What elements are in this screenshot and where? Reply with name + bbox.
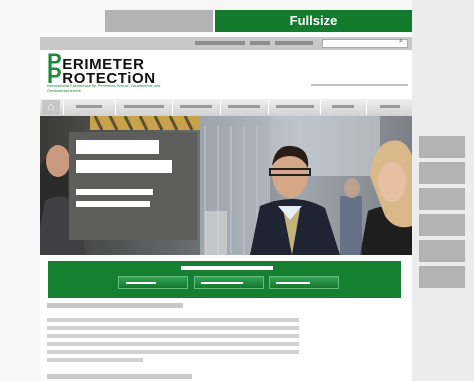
- cta-button-label: [276, 282, 310, 284]
- search-input[interactable]: [322, 39, 408, 48]
- nav-item[interactable]: [380, 105, 400, 108]
- utility-link[interactable]: [250, 41, 270, 45]
- hero-headline: [76, 160, 172, 173]
- cta-button-label: [201, 282, 243, 284]
- nav-separator: [320, 100, 321, 115]
- side-thumbnail[interactable]: [419, 266, 465, 288]
- side-thumbnail[interactable]: [419, 136, 465, 158]
- nav-separator: [366, 100, 367, 115]
- nav-item[interactable]: [180, 105, 212, 108]
- nav-separator: [115, 100, 116, 115]
- article-line: [47, 318, 299, 322]
- nav-item[interactable]: [76, 105, 102, 108]
- main-nav: [40, 99, 412, 117]
- tab-fullsize[interactable]: Fullsize: [215, 10, 412, 32]
- hero-headline: [76, 140, 159, 154]
- nav-separator: [220, 100, 221, 115]
- cta-heading: [181, 266, 273, 270]
- utility-link[interactable]: [195, 41, 245, 45]
- hero-subtext: [76, 189, 153, 195]
- article-line: [47, 358, 143, 362]
- article-heading: [47, 374, 192, 379]
- side-thumbnail[interactable]: [419, 214, 465, 236]
- nav-item[interactable]: [276, 105, 314, 108]
- side-thumbnail[interactable]: [419, 240, 465, 262]
- search-icon[interactable]: ⌕: [399, 38, 403, 46]
- logo-tagline: International Fachmesse für Perimeter-Sc…: [47, 83, 161, 93]
- article-line: [47, 342, 299, 346]
- hero-subtext: [76, 201, 150, 207]
- utility-link[interactable]: [275, 41, 313, 45]
- home-icon[interactable]: ⌂: [42, 100, 60, 115]
- nav-separator: [172, 100, 173, 115]
- article-heading: [47, 303, 183, 308]
- site-logo[interactable]: PERIMETER PROTECTiON International Fachm…: [47, 51, 163, 98]
- nav-separator: [268, 100, 269, 115]
- side-thumbnail[interactable]: [419, 188, 465, 210]
- tab-thumbnail-view[interactable]: [105, 10, 213, 32]
- nav-item[interactable]: [124, 105, 164, 108]
- nav-separator: [63, 100, 64, 115]
- article-line: [47, 334, 299, 338]
- cta-button-label: [126, 282, 156, 284]
- article-line: [47, 350, 299, 354]
- nav-item[interactable]: [228, 105, 260, 108]
- side-thumbnail[interactable]: [419, 162, 465, 184]
- article-line: [47, 326, 299, 330]
- header-divider: [311, 84, 408, 86]
- nav-item[interactable]: [332, 105, 354, 108]
